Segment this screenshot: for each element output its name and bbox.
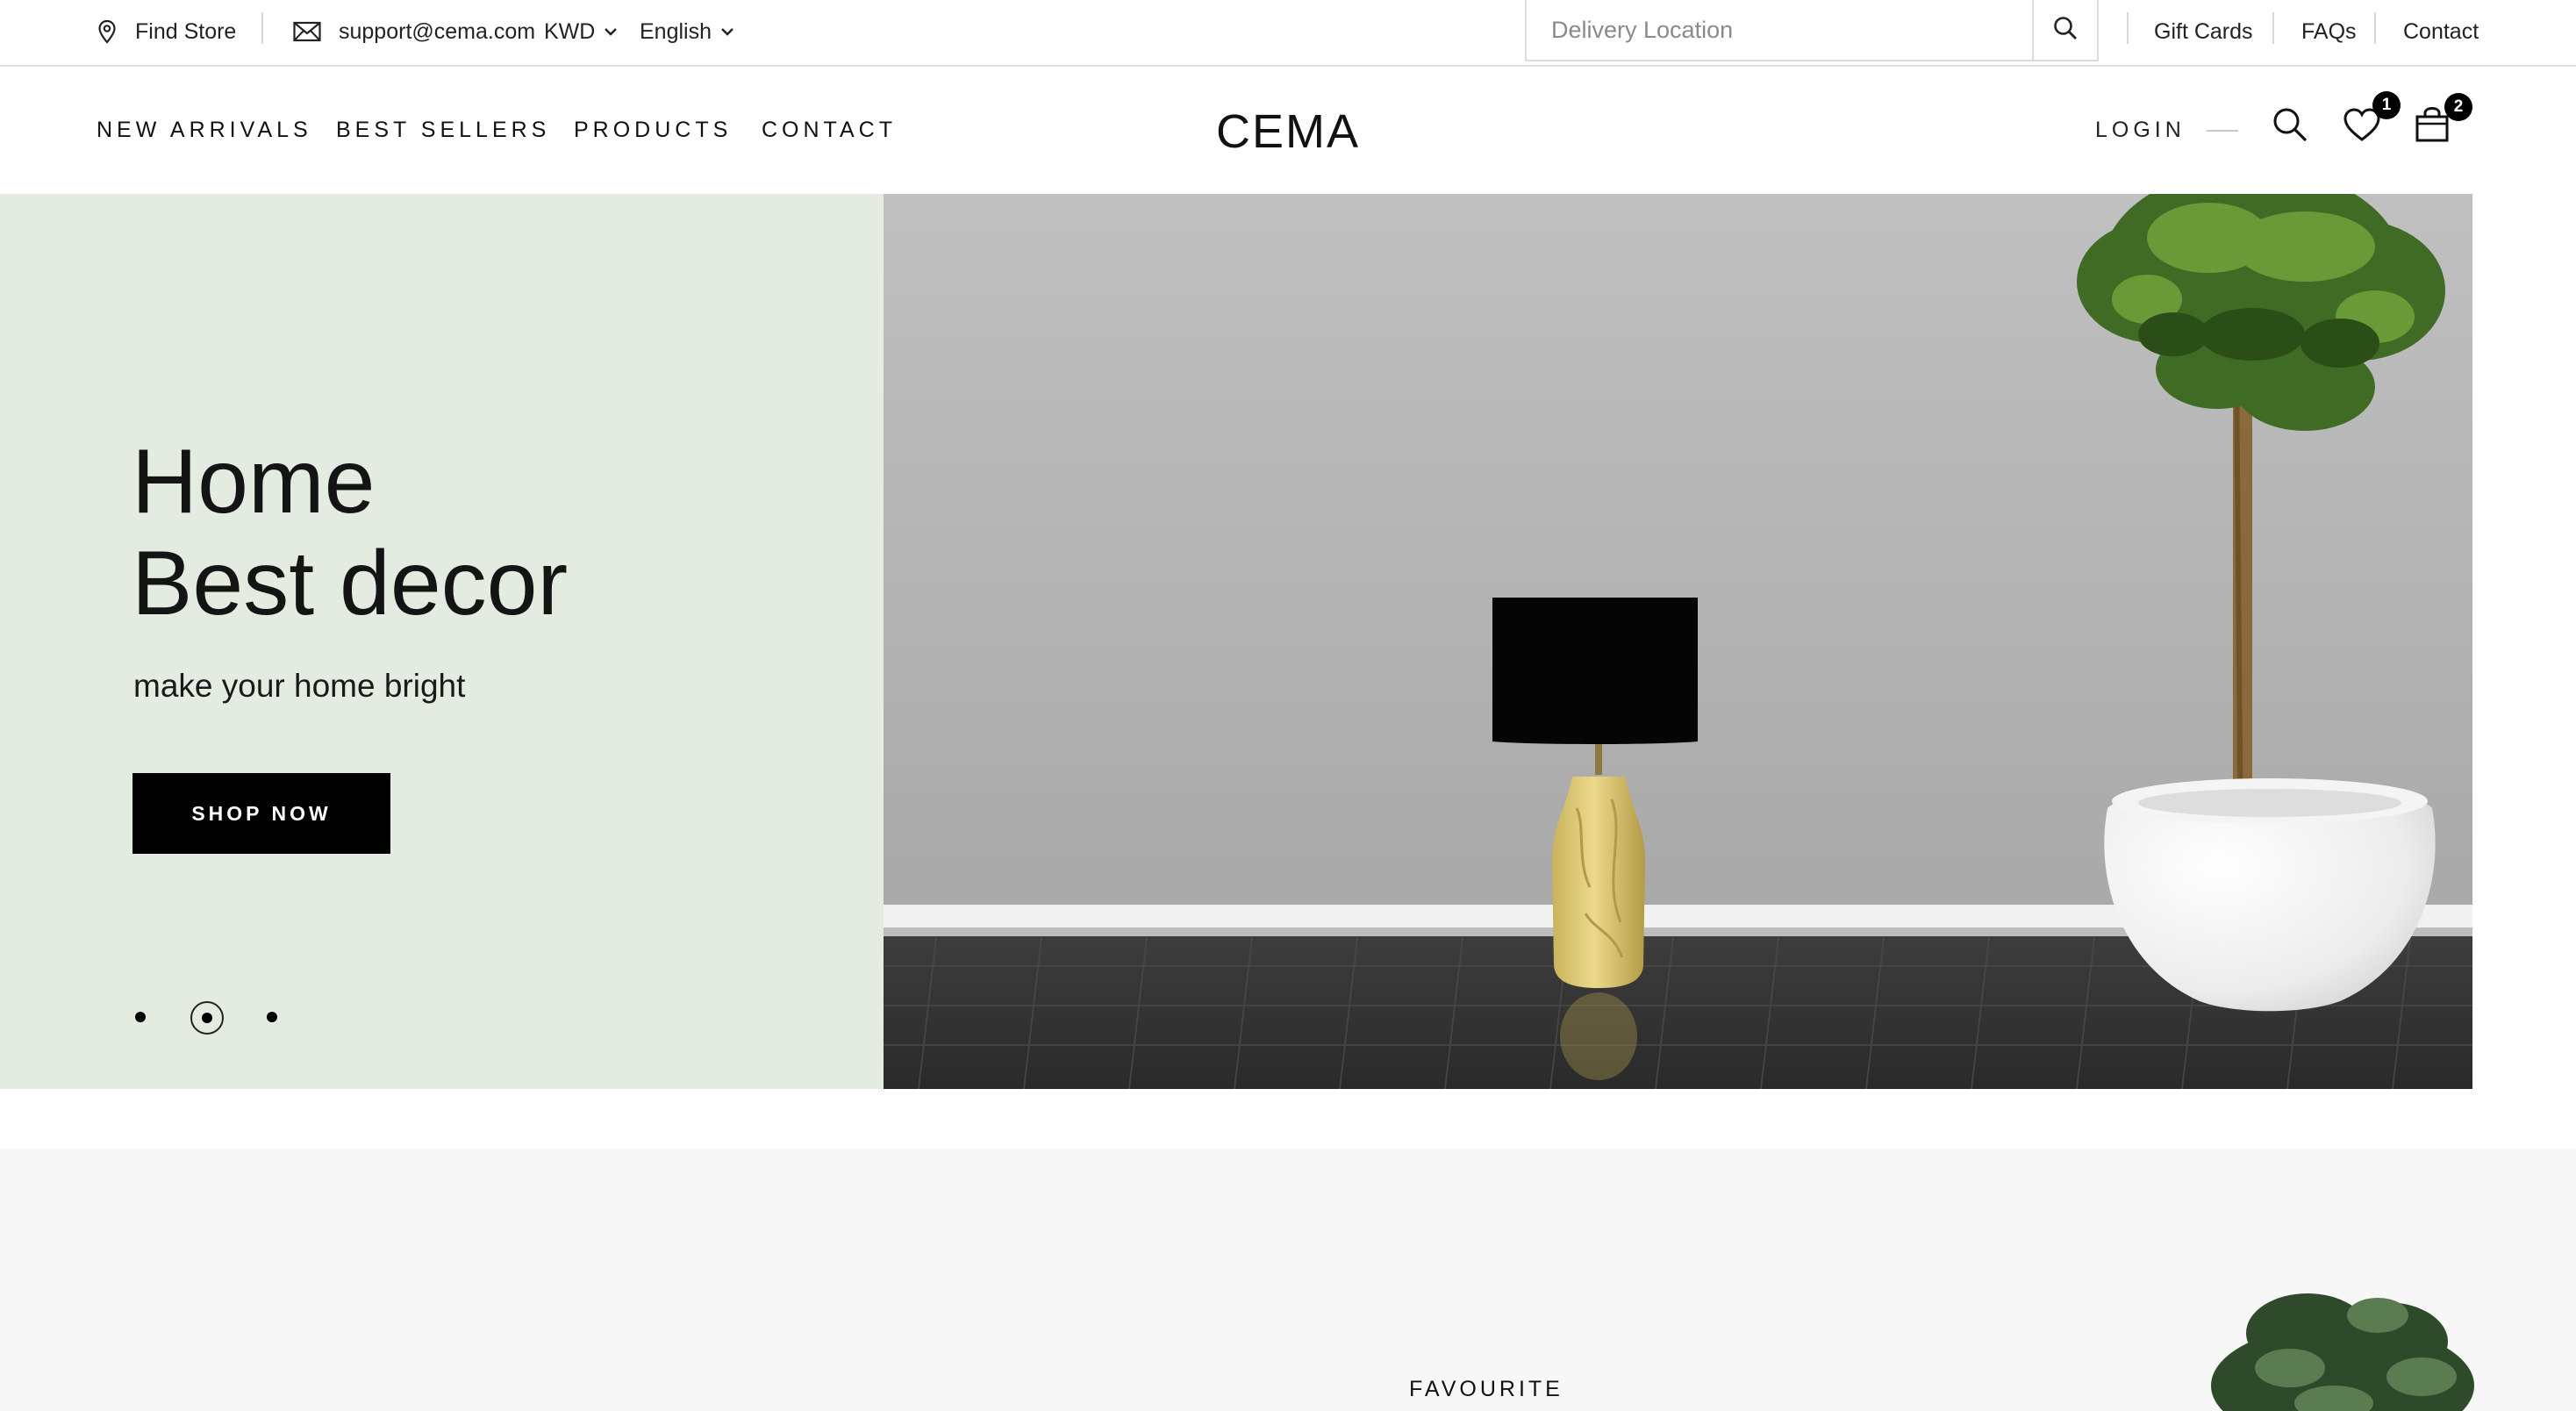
find-store-link[interactable]: Find Store bbox=[97, 0, 236, 63]
hero-text-panel: Home Best decor make your home bright SH… bbox=[0, 194, 884, 1089]
wishlist-button[interactable]: 1 bbox=[2341, 91, 2401, 147]
delivery-location-search bbox=[1525, 0, 2099, 61]
search-submit-button[interactable] bbox=[2032, 0, 2097, 60]
section-label: FAVOURITE bbox=[1409, 1377, 1563, 1401]
slide-dot[interactable] bbox=[135, 1012, 146, 1022]
currency-value: KWD bbox=[544, 18, 596, 44]
support-email-link[interactable]: support@cema.com bbox=[293, 0, 535, 63]
divider bbox=[2207, 130, 2238, 132]
nav-contact[interactable]: CONTACT bbox=[762, 118, 897, 143]
language-select[interactable]: English bbox=[640, 0, 734, 63]
search-button[interactable] bbox=[2269, 105, 2311, 147]
faqs-link[interactable]: FAQs bbox=[2301, 0, 2357, 63]
contact-link[interactable]: Contact bbox=[2403, 0, 2479, 63]
wishlist-count-badge: 1 bbox=[2372, 91, 2401, 119]
shop-now-button[interactable]: SHOP NOW bbox=[132, 773, 390, 854]
currency-select[interactable]: KWD bbox=[544, 0, 618, 63]
nav-new-arrivals[interactable]: NEW ARRIVALS bbox=[97, 118, 312, 143]
utility-bar: Find Store support@cema.com KWD English … bbox=[0, 0, 2576, 67]
location-pin-icon bbox=[97, 19, 118, 44]
divider bbox=[261, 12, 263, 44]
login-link[interactable]: LOGIN bbox=[2095, 118, 2186, 143]
delivery-location-input[interactable] bbox=[1527, 0, 2032, 60]
find-store-label: Find Store bbox=[135, 18, 237, 44]
hero-title: Home Best decor bbox=[132, 431, 568, 634]
slide-dot-active[interactable] bbox=[190, 1001, 224, 1035]
support-email: support@cema.com bbox=[339, 18, 536, 44]
main-navigation: NEW ARRIVALS BEST SELLERS PRODUCTS CONTA… bbox=[0, 67, 2576, 194]
cart-button[interactable]: 2 bbox=[2411, 93, 2472, 147]
gift-cards-link[interactable]: Gift Cards bbox=[2154, 0, 2253, 63]
divider bbox=[2374, 12, 2376, 44]
hero-image bbox=[884, 194, 2472, 1089]
nav-best-sellers[interactable]: BEST SELLERS bbox=[336, 118, 550, 143]
logo-text: CEMA bbox=[1216, 105, 1360, 158]
divider bbox=[2127, 12, 2129, 44]
favourite-section: FAVOURITE bbox=[0, 1149, 2576, 1411]
chevron-down-icon bbox=[604, 26, 618, 37]
nav-products[interactable]: PRODUCTS bbox=[574, 118, 732, 143]
divider bbox=[2272, 12, 2274, 44]
search-icon bbox=[2272, 106, 2308, 147]
mail-icon bbox=[293, 21, 321, 42]
search-icon bbox=[2052, 15, 2079, 46]
language-value: English bbox=[640, 18, 712, 44]
hero-title-line1: Home bbox=[132, 431, 376, 533]
chevron-down-icon bbox=[720, 26, 734, 37]
hero-subtitle: make your home bright bbox=[133, 668, 466, 704]
plant-image bbox=[2176, 1280, 2509, 1411]
slide-dot[interactable] bbox=[267, 1012, 277, 1022]
hero-title-line2: Best decor bbox=[132, 533, 569, 634]
brand-logo[interactable]: CEMA bbox=[1200, 105, 1376, 158]
cart-count-badge: 2 bbox=[2444, 93, 2472, 121]
